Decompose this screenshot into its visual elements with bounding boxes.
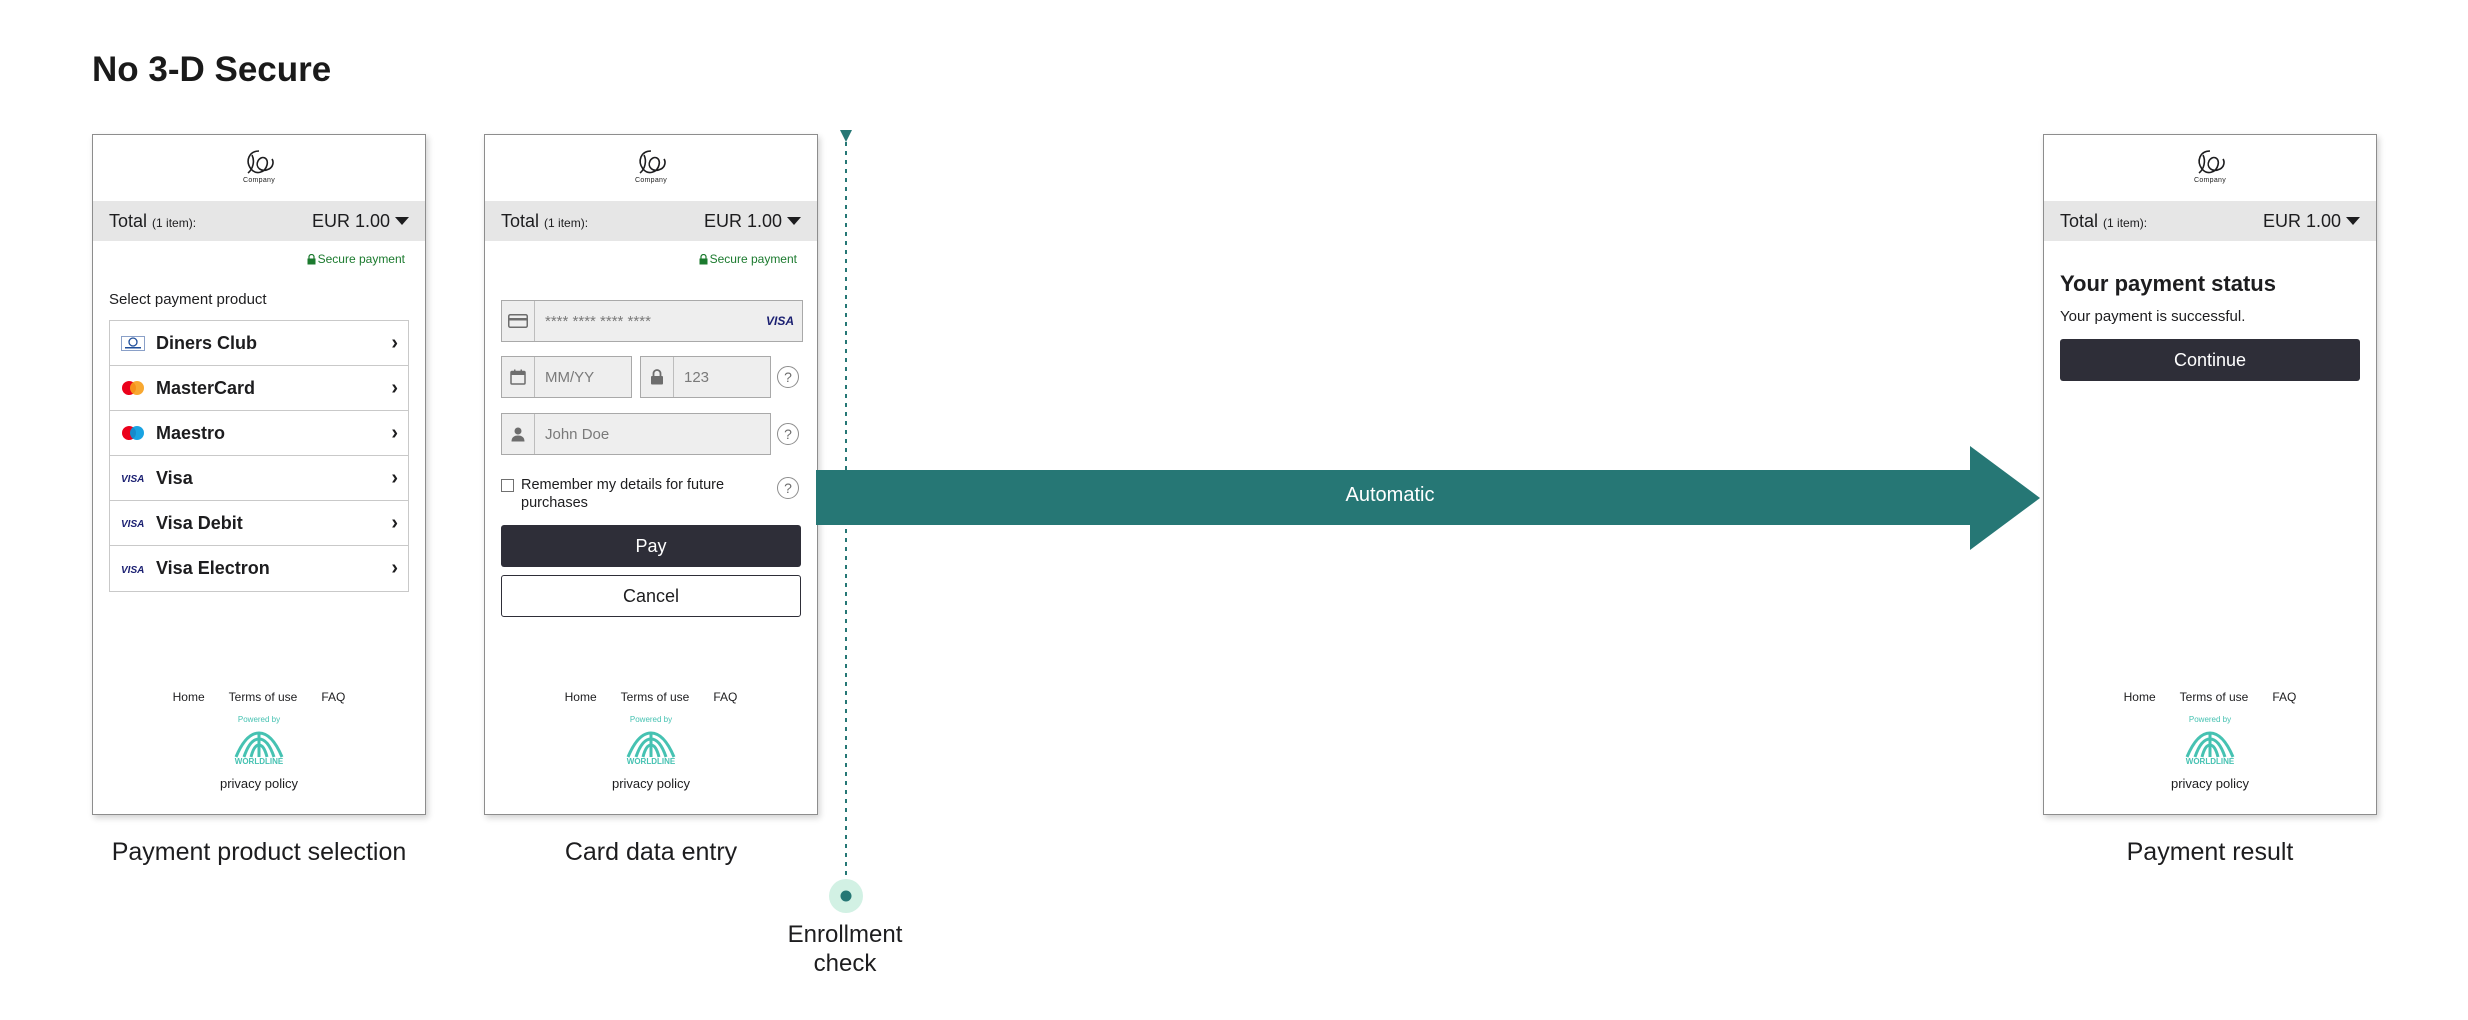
screen-payment-result: Company Total (1 item): EUR 1.00 Your pa… [2043, 134, 2377, 815]
company-logo-icon [2198, 150, 2225, 174]
total-amount: EUR 1.00 [2262, 210, 2341, 231]
footer-link-terms[interactable]: Terms of use [2180, 690, 2249, 704]
company-logo: Company [2044, 147, 2376, 191]
total-bar[interactable]: Total (1 item): EUR 1.00 [2044, 201, 2376, 241]
enrollment-check-dot [840, 890, 852, 902]
payment-status-text: Your payment is successful. [2060, 308, 2246, 325]
company-name: Company [2193, 177, 2227, 184]
worldline-logo: WORLDLINE [2044, 729, 2376, 766]
powered-by: Powered by [2188, 715, 2232, 724]
caption-payment-result: Payment result [2126, 838, 2294, 866]
privacy-policy-link[interactable]: privacy policy [2044, 776, 2376, 791]
continue-button[interactable]: Continue [2060, 339, 2360, 381]
total-label: Total [2060, 210, 2099, 231]
caption-card-data-entry: Card data entry [564, 838, 738, 866]
enrollment-line-arrowhead [840, 130, 852, 142]
enrollment-check-label: Enrollment check [787, 921, 903, 977]
caret-down-icon [2346, 217, 2360, 225]
caption-payment-product-selection: Payment product selection [111, 838, 407, 866]
worldline-text: WORLDLINE [2185, 757, 2235, 766]
payment-status-heading: Your payment status [2060, 271, 2276, 296]
footer-links: Home Terms of use FAQ [2044, 690, 2376, 704]
automatic-label: Automatic [1345, 484, 1435, 506]
total-items: (1 item): [2103, 215, 2148, 230]
footer-link-home[interactable]: Home [2124, 690, 2156, 704]
worldline-logo-icon [2185, 731, 2235, 758]
footer-link-faq[interactable]: FAQ [2272, 690, 2296, 704]
